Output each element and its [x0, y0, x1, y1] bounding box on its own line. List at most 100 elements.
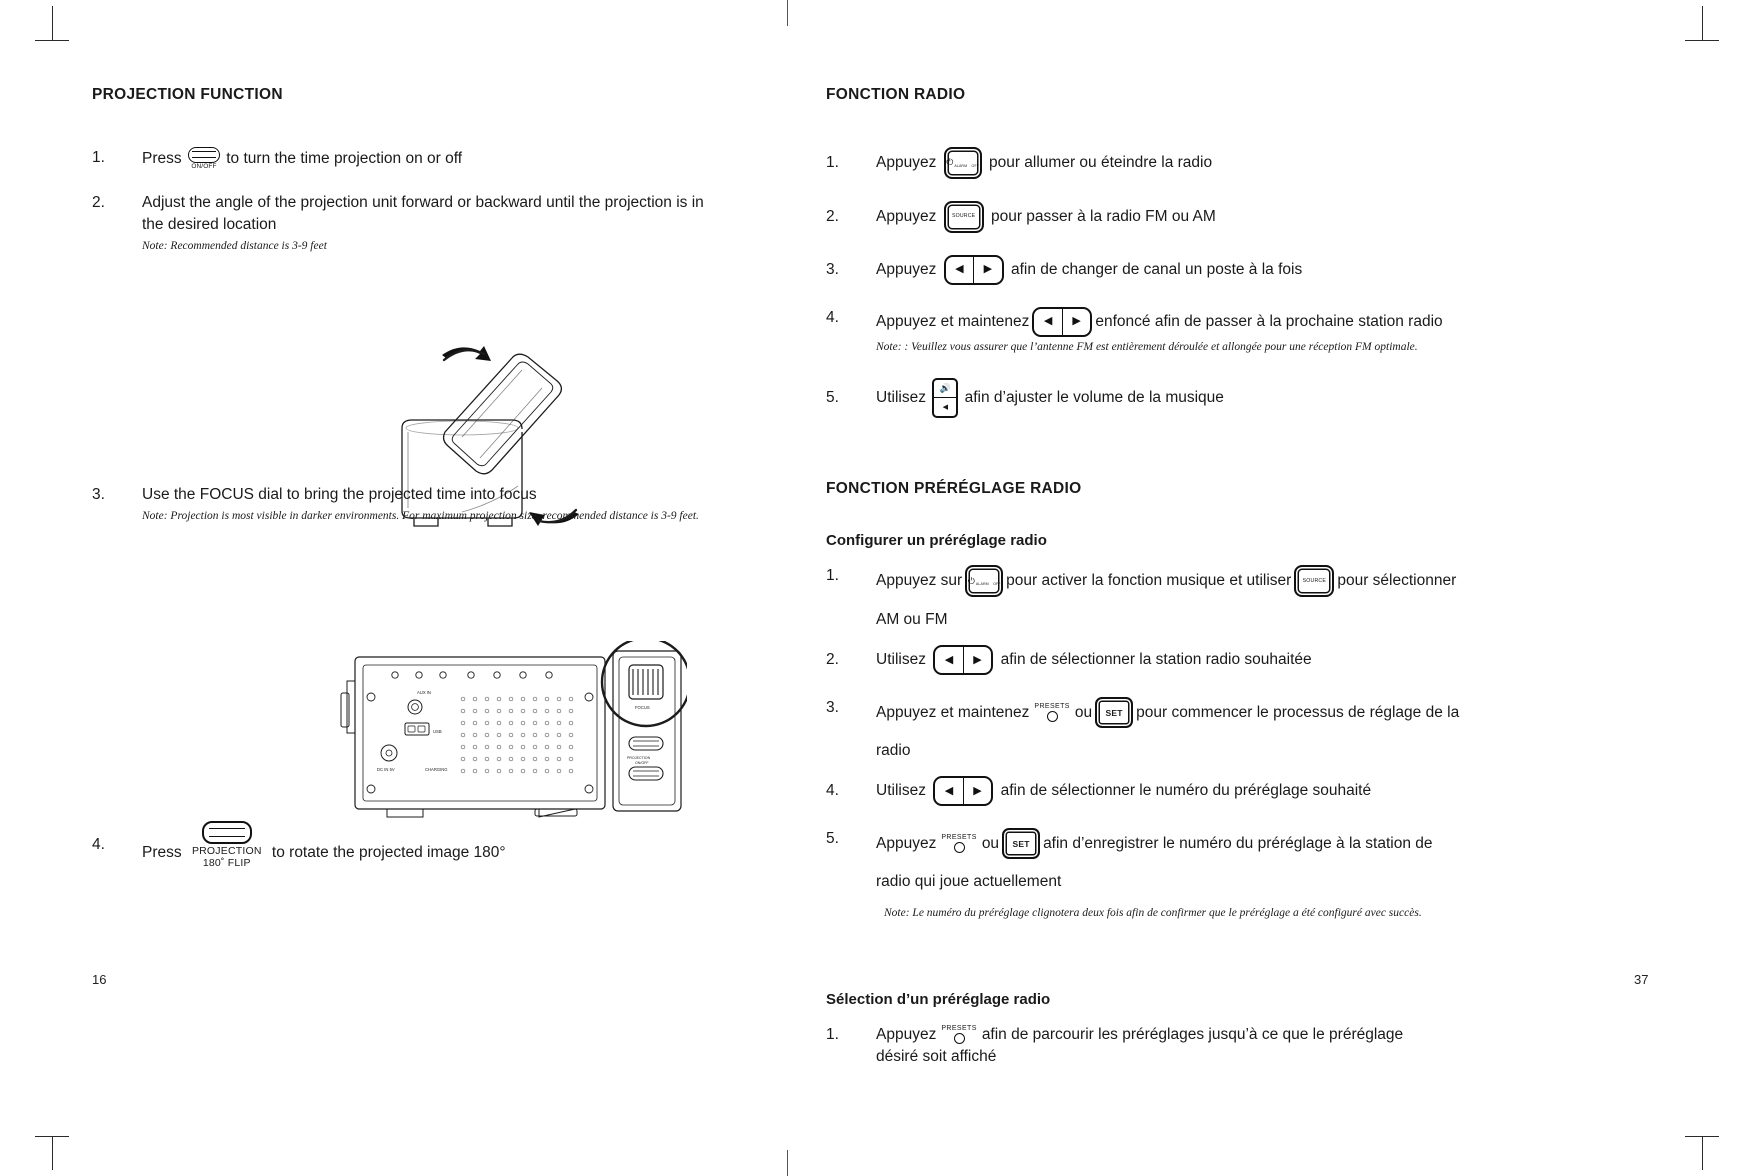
volume-up-icon[interactable]: 🔊 [934, 380, 957, 399]
power-label-off: OFF [971, 163, 980, 168]
arrow-right-icon[interactable]: ▶ [964, 778, 992, 804]
charging-label: CHARGING [425, 767, 448, 772]
list-item: 1. Appuyez ⏻ ALARM OFF pour allumer ou é… [826, 146, 1526, 179]
list-item: 5. Appuyez PRESETS ou SET afin d’enregis… [826, 828, 1526, 922]
presets-button-icon[interactable]: PRESETS [1034, 703, 1069, 723]
subtitle-configurer-prereglage: Configurer un préréglage radio [826, 532, 1047, 550]
arrow-right-icon[interactable]: ▶ [1063, 309, 1091, 335]
step-text-line1: Adjust the angle of the projection unit … [142, 194, 704, 212]
aux-in-label: AUX IN [417, 690, 431, 695]
step-body: Appuyez PRESETS ou SET afin d’enregistre… [876, 828, 1526, 922]
step-text-post: afin d’enregistrer le numéro du prérégla… [1043, 834, 1433, 852]
left-right-rocker-icon[interactable]: ◀ ▶ [943, 254, 1004, 285]
crop-mark-top-right-h [1685, 40, 1719, 41]
list-item: 2. Adjust the angle of the projection un… [92, 192, 792, 255]
power-label-off: OFF [993, 582, 1001, 587]
step-note: Note: Recommended distance is 3-9 feet [142, 240, 327, 253]
arrow-right-icon[interactable]: ▶ [974, 257, 1002, 283]
step-text-post: pour sélectionner [1337, 572, 1457, 590]
source-label: SOURCE [1302, 577, 1327, 584]
step-text-post: pour passer à la radio FM ou AM [990, 207, 1216, 225]
power-button-text: ALARM OFF [976, 570, 1001, 592]
step-text-post: afin de sélectionner le numéro du prérég… [1000, 782, 1372, 800]
step-text-line2: AM ou FM [876, 611, 948, 629]
source-label: SOURCE [951, 212, 976, 219]
projection-steps-list: 1. Press ON/OFF to turn the time project… [92, 146, 792, 256]
volume-down-icon[interactable]: ◀ [934, 398, 956, 416]
presets-label: PRESETS [941, 1025, 977, 1033]
page-title-projection-function: PROJECTION FUNCTION [92, 86, 283, 103]
manual-page-spread: PROJECTION FUNCTION 1. Press ON/OFF to t… [0, 0, 1754, 1176]
arrow-left-icon[interactable]: ◀ [935, 647, 964, 674]
step-text-pre: Press [142, 149, 182, 167]
step-text-post: to rotate the projected image 180° [271, 843, 506, 861]
step-number: 3. [826, 699, 839, 717]
step-body: Appuyez et maintenez ◀ ▶ enfoncé afin de… [876, 306, 1526, 356]
left-right-rocker-icon[interactable]: ◀ ▶ [933, 645, 994, 676]
step-body: Press PROJECTION 180˚ FLIP to rotate the… [142, 821, 792, 870]
crop-mark-bottom-left-h [35, 1136, 69, 1137]
page-title-fonction-radio: FONCTION RADIO [826, 86, 966, 103]
step-text-line1: Appuyez et maintenez ◀ ▶ enfoncé afin de… [876, 306, 1526, 337]
step-text-pre: Utilisez [876, 388, 926, 406]
step-number: 3. [92, 486, 105, 503]
crop-mark-bottom-right-h [1685, 1136, 1719, 1137]
power-button-inner: ⏻ ALARM OFF [967, 567, 1001, 595]
step-text-pre: Utilisez [876, 651, 926, 669]
arrow-left-icon[interactable]: ◀ [946, 256, 975, 283]
step-text-mid: ou [981, 834, 1000, 852]
presets-button-icon[interactable]: PRESETS [941, 834, 976, 854]
list-item: 4. Utilisez ◀ ▶ afin de sélectionner le … [826, 776, 1526, 807]
step-text-post: pour commencer le processus de réglage d… [1136, 703, 1460, 721]
list-item: 4. Appuyez et maintenez ◀ ▶ enfoncé afin… [826, 306, 1526, 356]
step-number: 2. [92, 194, 105, 212]
step-number: 4. [826, 308, 839, 326]
list-item: 3. Appuyez et maintenez PRESETS ou SET p… [826, 697, 1526, 762]
presets-circle-glyph [1046, 711, 1058, 723]
list-item: 1. Appuyez PRESETS afin de parcourir les… [826, 1024, 1526, 1068]
set-button-icon[interactable]: SET [1095, 697, 1134, 729]
list-item: 3. Appuyez ◀ ▶ afin de changer de canal … [826, 254, 1526, 285]
step-note: Note: Projection is most visible in dark… [142, 510, 699, 522]
volume-rocker-icon[interactable]: 🔊 ◀ [932, 377, 959, 418]
step-text-line2: radio [876, 742, 911, 760]
arrow-left-icon[interactable]: ◀ [935, 778, 964, 805]
power-label-alarm: ALARM [975, 582, 989, 587]
projection-steps-list-3: 4. Press PROJECTION 180˚ FLIP to rotate … [92, 821, 792, 870]
step-text-pre: Appuyez sur [876, 572, 963, 590]
source-button-icon[interactable]: SOURCE [943, 200, 984, 233]
left-right-rocker-icon[interactable]: ◀ ▶ [1032, 306, 1093, 337]
presets-circle-glyph [953, 1033, 965, 1045]
left-page-column: PROJECTION FUNCTION 1. Press ON/OFF to t… [92, 86, 792, 869]
projection-steps-list-2: 3. Use the FOCUS dial to bring the proje… [92, 484, 792, 525]
arrow-left-icon[interactable]: ◀ [1034, 308, 1063, 335]
onoff-switch-icon[interactable]: ON/OFF [187, 146, 220, 171]
step-number: 4. [826, 782, 839, 800]
step-body: Appuyez et maintenez PRESETS ou SET pour… [876, 697, 1526, 762]
step-text-line1: Appuyez sur ⏻ ALARM OFF pour activer la … [876, 565, 1526, 598]
step-number: 3. [826, 260, 839, 278]
left-right-rocker-icon[interactable]: ◀ ▶ [933, 776, 994, 807]
power-label-alarm: ALARM [954, 163, 968, 168]
step-text-pre: Appuyez [876, 153, 937, 171]
set-button-icon[interactable]: SET [1002, 828, 1041, 860]
list-item: 2. Appuyez SOURCE pour passer à la radio… [826, 200, 1526, 233]
list-item: 2. Utilisez ◀ ▶ afin de sélectionner la … [826, 645, 1526, 676]
step-number: 2. [826, 651, 839, 669]
source-button-icon[interactable]: SOURCE [1294, 565, 1335, 598]
onoff-slider-glyph [187, 146, 220, 163]
crop-mark-top-left-h [35, 40, 69, 41]
power-button-inner: ⏻ ALARM OFF [946, 149, 980, 177]
power-alarm-off-button-icon[interactable]: ⏻ ALARM OFF [965, 565, 1004, 598]
step-note: Note: : Veuillez vous assurer que l’ante… [876, 340, 1418, 353]
step-text-line1: Appuyez et maintenez PRESETS ou SET pour… [876, 697, 1526, 729]
step-text-post: afin d’ajuster le volume de la musique [964, 388, 1224, 406]
projection-steps-list-2-wrapper: 3. Use the FOCUS dial to bring the proje… [92, 484, 792, 547]
presets-button-icon[interactable]: PRESETS [941, 1025, 977, 1045]
radio-steps-list: 1. Appuyez ⏻ ALARM OFF pour allumer ou é… [826, 146, 1526, 418]
flip-label-1: PROJECTION [191, 845, 262, 857]
flip-slider-glyph [201, 821, 252, 844]
arrow-right-icon[interactable]: ▶ [964, 647, 992, 673]
power-alarm-off-button-icon[interactable]: ⏻ ALARM OFF [943, 146, 982, 179]
projection-180-flip-switch-icon[interactable]: PROJECTION 180˚ FLIP [192, 821, 262, 870]
